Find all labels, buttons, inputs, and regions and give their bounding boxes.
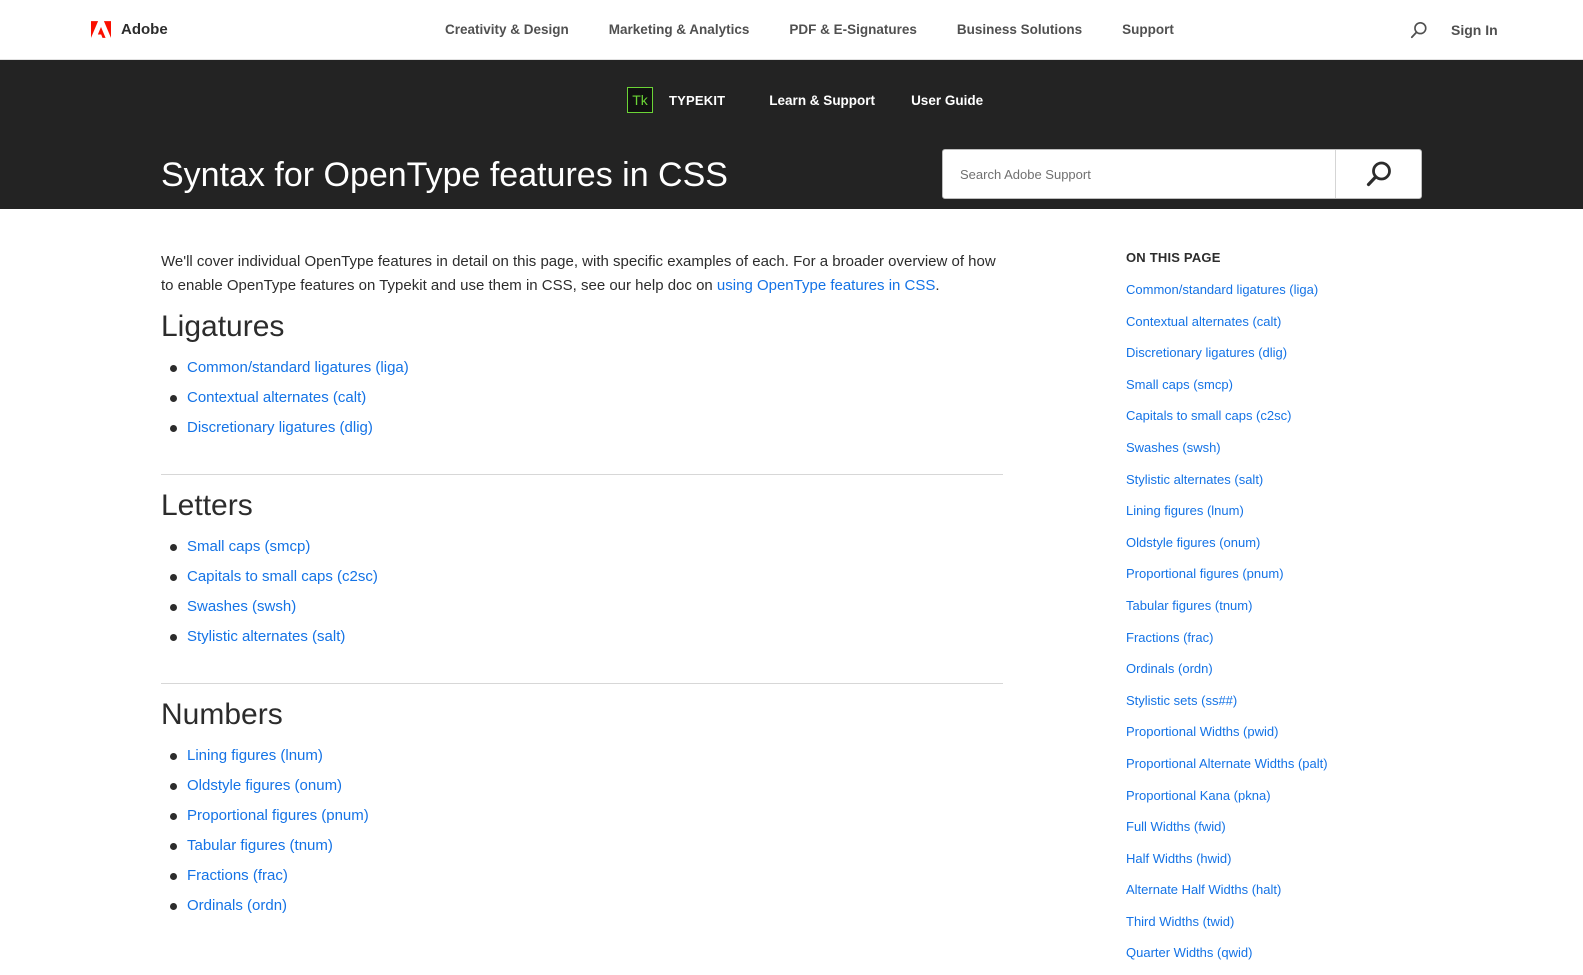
feature-link[interactable]: Lining figures (lnum) xyxy=(187,747,323,764)
hero-banner: Tk TYPEKIT Learn & Support User Guide Sy… xyxy=(0,60,1583,209)
toc-item[interactable]: Alternate Half Widths (halt) xyxy=(1126,882,1426,914)
product-name[interactable]: TYPEKIT xyxy=(669,93,725,108)
feature-link[interactable]: Stylistic alternates (salt) xyxy=(187,628,345,645)
toc-item[interactable]: Stylistic alternates (salt) xyxy=(1126,472,1426,504)
toc-item[interactable]: Common/standard ligatures (liga) xyxy=(1126,282,1426,314)
toc-item[interactable]: Tabular figures (tnum) xyxy=(1126,598,1426,630)
toc-item[interactable]: Proportional figures (pnum) xyxy=(1126,566,1426,598)
toc-item[interactable]: Oldstyle figures (onum) xyxy=(1126,535,1426,567)
sign-in-link[interactable]: Sign In xyxy=(1451,22,1498,38)
search-icon[interactable] xyxy=(1410,21,1428,39)
list-item: Proportional figures (pnum) xyxy=(170,804,1003,834)
magnifier-icon xyxy=(1366,161,1391,187)
search-input[interactable] xyxy=(943,150,1335,198)
global-nav: Adobe Creativity & Design Marketing & An… xyxy=(0,0,1583,60)
section-letters: Letters Small caps (smcp) Capitals to sm… xyxy=(161,489,1003,684)
subnav-user-guide[interactable]: User Guide xyxy=(911,93,983,108)
toc-item[interactable]: Stylistic sets (ss##) xyxy=(1126,693,1426,725)
toc-item[interactable]: Half Widths (hwid) xyxy=(1126,851,1426,883)
feature-link[interactable]: Contextual alternates (calt) xyxy=(187,389,366,406)
intro-link[interactable]: using OpenType features in CSS xyxy=(717,277,935,294)
adobe-brand[interactable]: Adobe xyxy=(91,21,168,38)
global-nav-links: Creativity & Design Marketing & Analytic… xyxy=(445,22,1214,37)
list-item: Oldstyle figures (onum) xyxy=(170,774,1003,804)
list-item: Fractions (frac) xyxy=(170,864,1003,894)
intro-end: . xyxy=(935,277,940,294)
on-this-page: ON THIS PAGE Common/standard ligatures (… xyxy=(1126,250,1426,975)
list-item: Discretionary ligatures (dlig) xyxy=(170,416,1003,446)
list-item: Swashes (swsh) xyxy=(170,595,1003,625)
support-search xyxy=(942,149,1422,199)
list-item: Contextual alternates (calt) xyxy=(170,386,1003,416)
list-item: Stylistic alternates (salt) xyxy=(170,625,1003,655)
feature-list: Lining figures (lnum) Oldstyle figures (… xyxy=(161,744,1003,924)
toc-item[interactable]: Discretionary ligatures (dlig) xyxy=(1126,345,1426,377)
section-divider xyxy=(161,683,1003,684)
feature-link[interactable]: Oldstyle figures (onum) xyxy=(187,777,342,794)
toc-item[interactable]: Third Widths (twid) xyxy=(1126,914,1426,946)
nav-business-solutions[interactable]: Business Solutions xyxy=(957,22,1082,37)
toc-item[interactable]: Lining figures (lnum) xyxy=(1126,503,1426,535)
list-item: Tabular figures (tnum) xyxy=(170,834,1003,864)
nav-support[interactable]: Support xyxy=(1122,22,1174,37)
section-heading: Letters xyxy=(161,489,253,522)
nav-marketing-analytics[interactable]: Marketing & Analytics xyxy=(609,22,750,37)
section-ligatures: Ligatures Common/standard ligatures (lig… xyxy=(161,310,1003,475)
toc-heading: ON THIS PAGE xyxy=(1126,250,1221,265)
toc-item[interactable]: Swashes (swsh) xyxy=(1126,440,1426,472)
feature-link[interactable]: Swashes (swsh) xyxy=(187,598,296,615)
list-item: Capitals to small caps (c2sc) xyxy=(170,565,1003,595)
feature-link[interactable]: Fractions (frac) xyxy=(187,867,288,884)
page-title: Syntax for OpenType features in CSS xyxy=(161,156,728,194)
feature-link[interactable]: Capitals to small caps (c2sc) xyxy=(187,568,378,585)
feature-link[interactable]: Discretionary ligatures (dlig) xyxy=(187,419,373,436)
feature-link[interactable]: Ordinals (ordn) xyxy=(187,897,287,914)
section-divider xyxy=(161,474,1003,475)
toc-item[interactable]: Full Widths (fwid) xyxy=(1126,819,1426,851)
adobe-logo-icon xyxy=(91,21,111,38)
feature-link[interactable]: Small caps (smcp) xyxy=(187,538,310,555)
feature-link[interactable]: Common/standard ligatures (liga) xyxy=(187,359,409,376)
feature-link[interactable]: Proportional figures (pnum) xyxy=(187,807,369,824)
typekit-logo-icon[interactable]: Tk xyxy=(627,87,653,113)
toc-item[interactable]: Fractions (frac) xyxy=(1126,630,1426,662)
nav-pdf-esignatures[interactable]: PDF & E-Signatures xyxy=(789,22,917,37)
intro-paragraph: We'll cover individual OpenType features… xyxy=(161,250,1003,298)
feature-list: Common/standard ligatures (liga) Context… xyxy=(161,356,1003,446)
section-heading: Numbers xyxy=(161,698,283,731)
section-heading: Ligatures xyxy=(161,310,285,343)
feature-list: Small caps (smcp) Capitals to small caps… xyxy=(161,535,1003,655)
section-numbers: Numbers Lining figures (lnum) Oldstyle f… xyxy=(161,698,1003,924)
toc-item[interactable]: Proportional Widths (pwid) xyxy=(1126,724,1426,756)
toc-item[interactable]: Capitals to small caps (c2sc) xyxy=(1126,408,1426,440)
list-item: Lining figures (lnum) xyxy=(170,744,1003,774)
brand-name: Adobe xyxy=(121,21,168,38)
toc-item[interactable]: Contextual alternates (calt) xyxy=(1126,314,1426,346)
toc-item[interactable]: Ordinals (ordn) xyxy=(1126,661,1426,693)
toc-item[interactable]: Quarter Widths (qwid) xyxy=(1126,945,1426,975)
toc-item[interactable]: Small caps (smcp) xyxy=(1126,377,1426,409)
product-subnav: Tk TYPEKIT Learn & Support User Guide xyxy=(627,87,983,113)
toc-item[interactable]: Proportional Kana (pkna) xyxy=(1126,788,1426,820)
search-button[interactable] xyxy=(1335,150,1421,198)
list-item: Common/standard ligatures (liga) xyxy=(170,356,1003,386)
article: We'll cover individual OpenType features… xyxy=(161,250,1003,924)
list-item: Ordinals (ordn) xyxy=(170,894,1003,924)
feature-link[interactable]: Tabular figures (tnum) xyxy=(187,837,333,854)
subnav-learn-support[interactable]: Learn & Support xyxy=(769,93,875,108)
list-item: Small caps (smcp) xyxy=(170,535,1003,565)
toc-item[interactable]: Proportional Alternate Widths (palt) xyxy=(1126,756,1426,788)
nav-creativity-design[interactable]: Creativity & Design xyxy=(445,22,569,37)
